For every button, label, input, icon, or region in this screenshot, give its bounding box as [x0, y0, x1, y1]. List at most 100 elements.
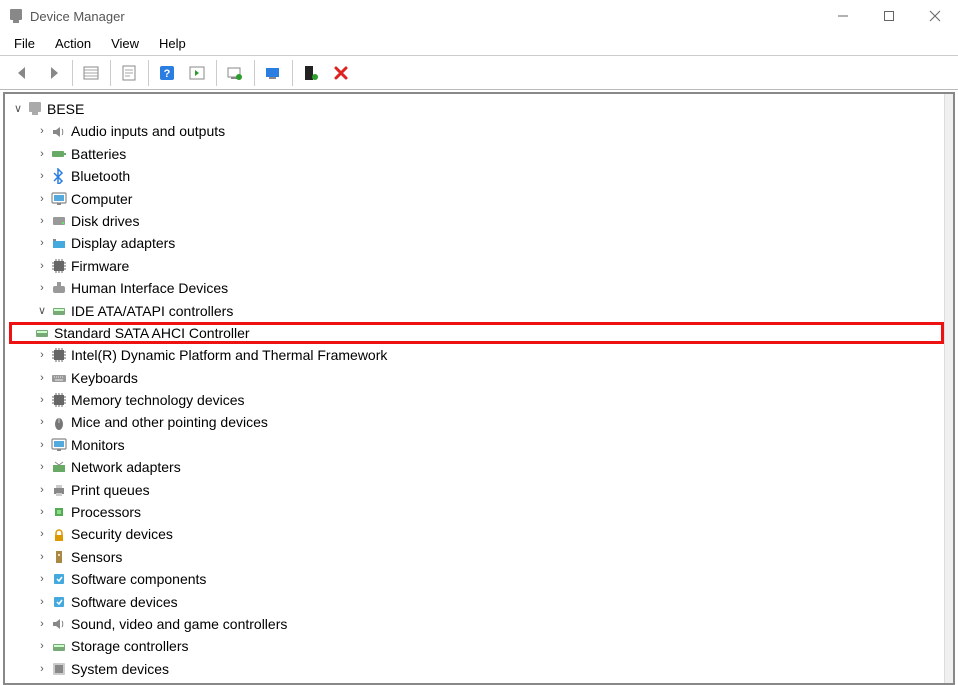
network-icon: [50, 458, 68, 476]
menu-help[interactable]: Help: [149, 34, 196, 53]
tree-node-display[interactable]: › Display adapters: [11, 232, 944, 254]
tree-node-label: Firmware: [71, 255, 133, 277]
expand-collapse-icon[interactable]: ›: [35, 658, 49, 680]
menu-view[interactable]: View: [101, 34, 149, 53]
tree-node-label: Batteries: [71, 143, 130, 165]
tree-node-memtech[interactable]: › Memory technology devices: [11, 389, 944, 411]
expand-collapse-icon[interactable]: ›: [35, 411, 49, 433]
expand-collapse-icon[interactable]: ›: [35, 255, 49, 277]
tree-node-keyboards[interactable]: › Keyboards: [11, 367, 944, 389]
tree-node-label: Human Interface Devices: [71, 277, 232, 299]
tree-node-label: Software devices: [71, 591, 182, 613]
tree-node-label: Sound, video and game controllers: [71, 613, 291, 635]
expand-collapse-icon[interactable]: ›: [35, 188, 49, 210]
expand-collapse-icon[interactable]: ›: [35, 456, 49, 478]
tree-node-label: BESE: [47, 98, 88, 120]
tree-node-label: Processors: [71, 501, 145, 523]
expand-collapse-icon[interactable]: ›: [35, 635, 49, 657]
expand-collapse-icon[interactable]: ›: [35, 568, 49, 590]
device-tree[interactable]: ∨ BESE › Audio inputs and outputs › Batt…: [5, 94, 944, 683]
uninstall-device-button[interactable]: [298, 60, 324, 86]
tree-node-sensors[interactable]: › Sensors: [11, 546, 944, 568]
tree-node-hid[interactable]: › Human Interface Devices: [11, 277, 944, 299]
expand-collapse-icon[interactable]: ›: [35, 434, 49, 456]
tree-node-monitors[interactable]: › Monitors: [11, 434, 944, 456]
tree-node-sata[interactable]: Standard SATA AHCI Controller: [9, 322, 944, 344]
titlebar: Device Manager: [0, 0, 958, 32]
expand-collapse-icon[interactable]: ›: [35, 479, 49, 501]
tree-node-intel[interactable]: › Intel(R) Dynamic Platform and Thermal …: [11, 344, 944, 366]
keyboard-icon: [50, 369, 68, 387]
show-hide-console-tree-button[interactable]: [78, 60, 104, 86]
tree-node-security[interactable]: › Security devices: [11, 523, 944, 545]
tree-node-print[interactable]: › Print queues: [11, 479, 944, 501]
printer-icon: [50, 481, 68, 499]
tree-node-cpu[interactable]: › Processors: [11, 501, 944, 523]
disable-device-button[interactable]: [328, 60, 354, 86]
expand-collapse-icon[interactable]: ∨: [35, 300, 49, 322]
expand-collapse-icon[interactable]: ›: [35, 501, 49, 523]
action-menu-button[interactable]: [184, 60, 210, 86]
tree-node-batteries[interactable]: › Batteries: [11, 143, 944, 165]
tree-node-disk[interactable]: › Disk drives: [11, 210, 944, 232]
close-button[interactable]: [912, 0, 958, 32]
expand-collapse-icon[interactable]: ›: [35, 143, 49, 165]
sensor-icon: [50, 548, 68, 566]
expand-collapse-icon[interactable]: ›: [35, 232, 49, 254]
tree-node-bluetooth[interactable]: › Bluetooth: [11, 165, 944, 187]
menu-action[interactable]: Action: [45, 34, 101, 53]
speaker-icon: [50, 615, 68, 633]
expand-collapse-icon[interactable]: ›: [35, 613, 49, 635]
expand-collapse-icon[interactable]: ›: [35, 591, 49, 613]
tree-node-system[interactable]: › System devices: [11, 658, 944, 680]
tree-node-ide[interactable]: ∨ IDE ATA/ATAPI controllers: [11, 300, 944, 322]
maximize-button[interactable]: [866, 0, 912, 32]
tree-node-swcomp[interactable]: › Software components: [11, 568, 944, 590]
expand-collapse-icon[interactable]: ›: [35, 367, 49, 389]
tree-node-label: Software components: [71, 568, 210, 590]
tree-node-sound[interactable]: › Sound, video and game controllers: [11, 613, 944, 635]
cpu-icon: [50, 503, 68, 521]
help-button[interactable]: ?: [154, 60, 180, 86]
tree-node-firmware[interactable]: › Firmware: [11, 255, 944, 277]
expand-collapse-icon[interactable]: ›: [35, 120, 49, 142]
disk-icon: [50, 212, 68, 230]
expand-collapse-icon[interactable]: ∨: [11, 98, 25, 120]
tree-node-root[interactable]: ∨ BESE: [11, 98, 944, 120]
expand-collapse-icon[interactable]: ›: [35, 546, 49, 568]
expand-collapse-icon[interactable]: ›: [35, 277, 49, 299]
expand-collapse-icon[interactable]: ›: [35, 344, 49, 366]
expand-collapse-icon[interactable]: ›: [35, 523, 49, 545]
tree-node-label: Intel(R) Dynamic Platform and Thermal Fr…: [71, 344, 391, 366]
scan-hardware-button[interactable]: [222, 60, 248, 86]
back-button[interactable]: [10, 60, 36, 86]
tree-node-computer[interactable]: › Computer: [11, 188, 944, 210]
window-title: Device Manager: [30, 9, 125, 24]
expand-collapse-icon[interactable]: ›: [35, 389, 49, 411]
scrollbar-vertical[interactable]: [944, 94, 953, 683]
sw-icon: [50, 570, 68, 588]
expand-collapse-icon[interactable]: ›: [35, 210, 49, 232]
tree-node-swdev[interactable]: › Software devices: [11, 591, 944, 613]
properties-button[interactable]: [116, 60, 142, 86]
update-driver-button[interactable]: [260, 60, 286, 86]
chip-icon: [50, 391, 68, 409]
tree-node-label: Standard SATA AHCI Controller: [54, 322, 254, 344]
drive-icon: [50, 638, 68, 656]
bluetooth-icon: [50, 167, 68, 185]
menu-file[interactable]: File: [4, 34, 45, 53]
svg-text:?: ?: [164, 68, 171, 80]
tree-node-label: Audio inputs and outputs: [71, 120, 229, 142]
tree-node-audio[interactable]: › Audio inputs and outputs: [11, 120, 944, 142]
monitor-icon: [50, 190, 68, 208]
drive-icon: [50, 302, 68, 320]
menubar: File Action View Help: [0, 32, 958, 56]
monitor-icon: [50, 436, 68, 454]
expand-collapse-icon[interactable]: ›: [35, 165, 49, 187]
minimize-button[interactable]: [820, 0, 866, 32]
forward-button[interactable]: [40, 60, 66, 86]
tree-node-storage[interactable]: › Storage controllers: [11, 635, 944, 657]
window-controls: [820, 0, 958, 32]
tree-node-mice[interactable]: › Mice and other pointing devices: [11, 411, 944, 433]
tree-node-network[interactable]: › Network adapters: [11, 456, 944, 478]
